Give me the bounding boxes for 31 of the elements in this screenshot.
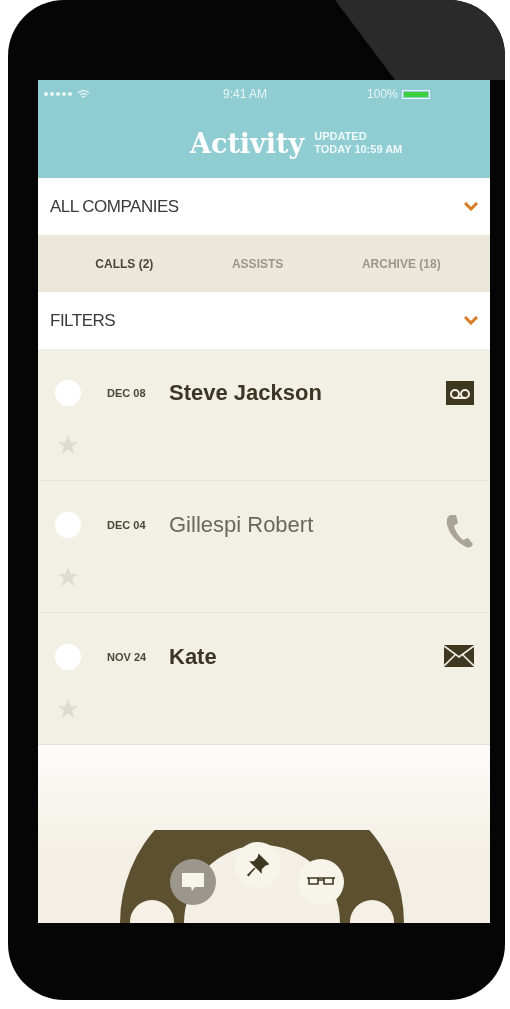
activity-row[interactable]: DEC 04 Gillespi Robert: [38, 481, 490, 613]
select-checkbox[interactable]: [55, 380, 81, 406]
phone-icon: [446, 513, 474, 549]
activity-row[interactable]: DEC 08 Steve Jackson: [38, 349, 490, 481]
battery-icon: [401, 89, 430, 99]
contact-name: Gillespi Robert: [169, 512, 315, 538]
activity-row[interactable]: NOV 24 Kate: [38, 613, 490, 745]
contact-name: Kate: [169, 644, 218, 670]
chevron-down-icon: [464, 202, 478, 211]
activity-date: DEC 08: [107, 387, 147, 399]
voicemail-icon: [446, 381, 474, 405]
dial-button[interactable]: [235, 842, 281, 888]
dial-button[interactable]: [130, 900, 174, 923]
activity-date: NOV 24: [107, 651, 148, 663]
dial-button[interactable]: [350, 900, 394, 923]
contact-name: Steve Jackson: [169, 380, 323, 406]
battery-percent: 100%: [367, 87, 398, 101]
dial-button[interactable]: [170, 859, 216, 905]
status-time: 9:41 AM: [223, 87, 268, 101]
signal-icon: [44, 92, 72, 96]
select-checkbox[interactable]: [55, 644, 81, 670]
tab[interactable]: CALLS (2): [93, 252, 156, 275]
activity-date: DEC 04: [107, 519, 147, 531]
envelope-icon: [444, 645, 474, 667]
wifi-icon: [77, 89, 90, 99]
chevron-down-icon: [464, 316, 478, 325]
updated-time: TODAY 10:59 AM: [314, 143, 403, 156]
screen-title: Activity: [190, 127, 305, 159]
updated-label: UPDATED: [314, 130, 368, 143]
dial-button[interactable]: [298, 859, 344, 905]
select-checkbox[interactable]: [55, 512, 81, 538]
